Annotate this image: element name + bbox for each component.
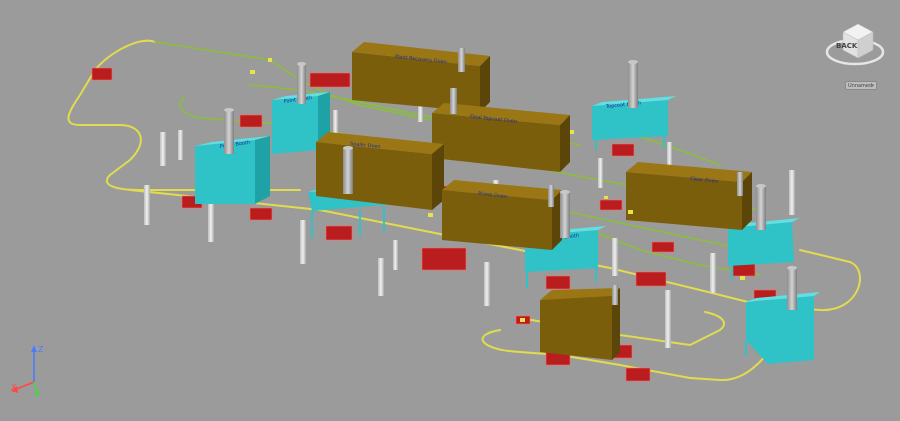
marker: [250, 70, 255, 74]
station: [249, 207, 273, 221]
marker: [570, 130, 574, 134]
ucs-y-label: Y: [35, 391, 40, 400]
column: [665, 290, 671, 348]
station: [651, 241, 675, 253]
stack: [560, 192, 570, 238]
marker: [604, 196, 608, 199]
column: [160, 132, 166, 166]
marker: [428, 213, 433, 217]
column: [144, 185, 150, 225]
column: [484, 262, 490, 306]
stack: [787, 268, 797, 310]
stack: [612, 285, 618, 305]
marker: [268, 58, 272, 62]
stack: [628, 62, 638, 108]
station: [625, 367, 651, 382]
clear-oven[interactable]: Clear Oven: [626, 162, 752, 230]
ucs-z-label: Z: [38, 345, 44, 354]
prime-oven[interactable]: Prime Oven: [442, 180, 562, 250]
stack: [737, 172, 743, 196]
scene-canvas[interactable]: Paint Booth Prime Booth Topcoat Booth: [0, 0, 900, 421]
stack: [458, 48, 465, 72]
viewcube-face-label[interactable]: BACK: [836, 42, 857, 50]
station: [545, 275, 571, 290]
stack: [297, 64, 306, 104]
station: [421, 247, 467, 271]
station: [635, 271, 667, 287]
sealer-oven[interactable]: Sealer Oven: [316, 132, 444, 210]
marker: [520, 318, 525, 322]
named-view-dropdown[interactable]: Unnamed ▾: [845, 81, 877, 90]
column: [598, 158, 603, 188]
column: [710, 253, 716, 293]
base-oven[interactable]: [540, 288, 620, 360]
column: [393, 240, 398, 270]
ucs-x-label: X: [11, 383, 17, 392]
column: [378, 258, 384, 296]
stack: [224, 110, 234, 154]
column: [300, 220, 306, 264]
column: [178, 130, 183, 160]
station: [611, 143, 635, 157]
station: [239, 114, 263, 128]
station: [91, 67, 113, 81]
stack: [343, 148, 353, 194]
station: [309, 72, 351, 88]
named-view-value: Unnamed: [848, 82, 873, 89]
column: [612, 238, 618, 276]
ucs-icon: Z X Y: [6, 340, 56, 400]
stack: [548, 185, 554, 207]
marker: [628, 210, 633, 214]
viewcube-overlay[interactable]: BACK: [814, 14, 882, 82]
stack: [756, 186, 766, 230]
station: [732, 263, 756, 277]
stack: [450, 88, 457, 114]
column: [789, 170, 795, 215]
final-booth[interactable]: [745, 292, 820, 364]
station: [325, 225, 353, 241]
column: [208, 200, 214, 242]
paint-recovery-oven[interactable]: Paint Recovery Oven: [352, 42, 490, 112]
model-viewport[interactable]: Paint Booth Prime Booth Topcoat Booth: [0, 0, 900, 421]
marker: [740, 276, 745, 280]
station: [599, 199, 623, 211]
chevron-down-icon: ▾: [871, 83, 874, 89]
